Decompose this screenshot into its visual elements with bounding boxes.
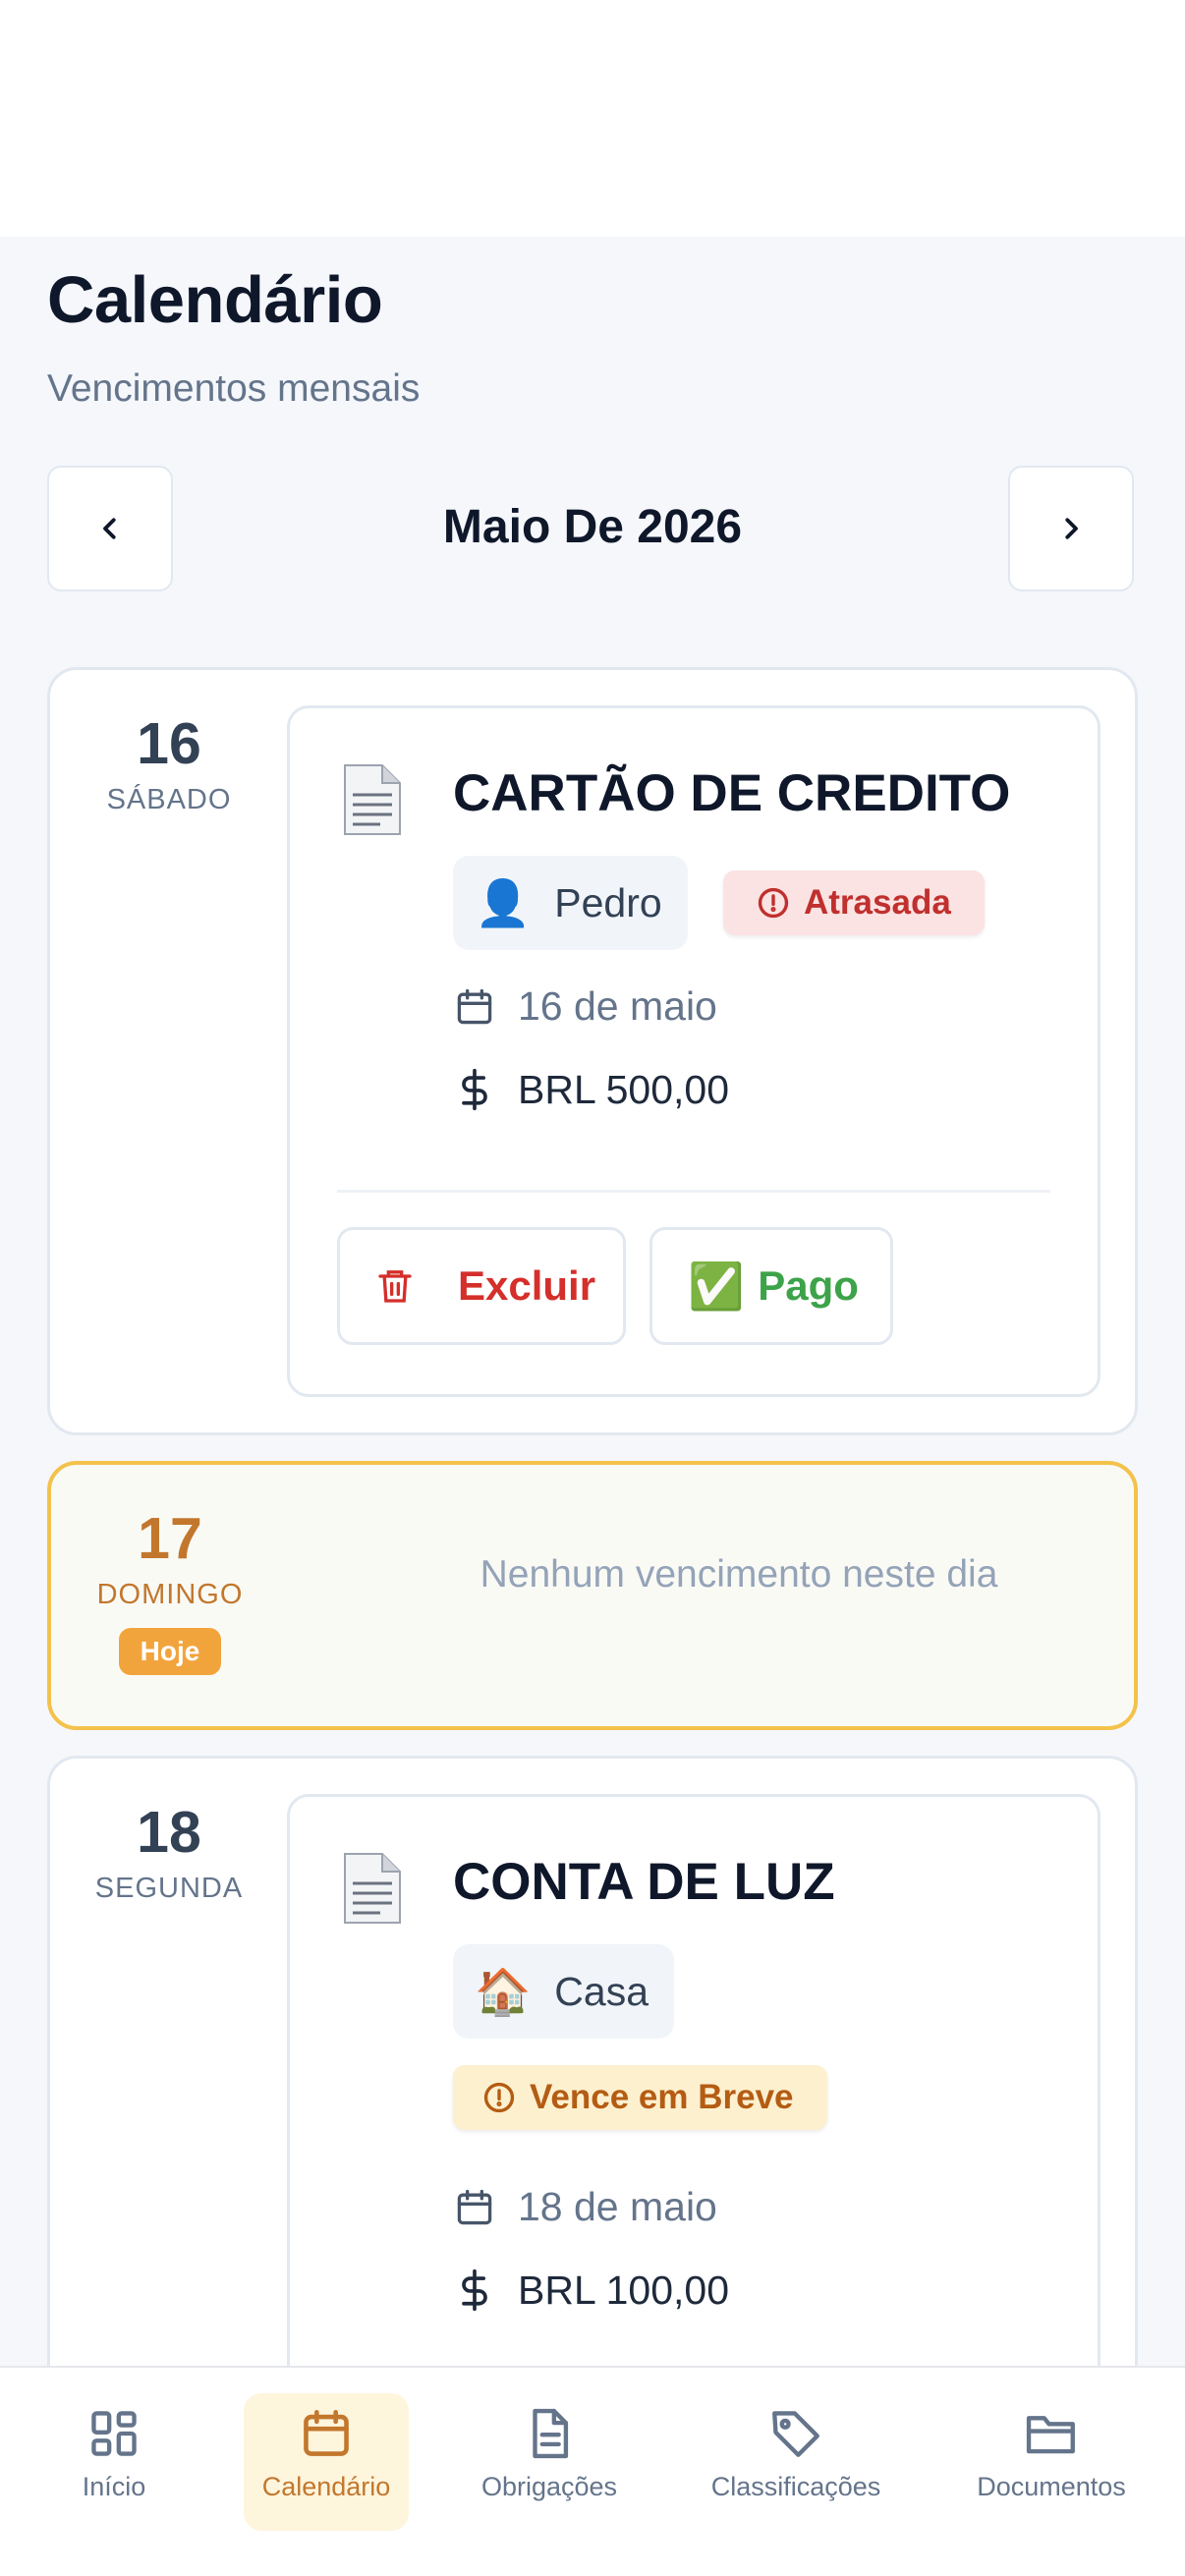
alert-circle-icon xyxy=(758,887,789,919)
tab-obrigacoes[interactable]: Obrigações xyxy=(462,2393,637,2531)
tab-documentos[interactable]: Documentos xyxy=(965,2393,1138,2531)
day-card-17: 17 DOMINGO Hoje Nenhum vencimento neste … xyxy=(47,1461,1138,1730)
today-badge: Hoje xyxy=(118,1628,222,1675)
house-icon: 🏠 xyxy=(475,1966,532,2017)
check-icon: ✅ xyxy=(688,1260,745,1312)
document-icon xyxy=(341,763,404,841)
day-number: 16 xyxy=(137,711,201,776)
chevron-right-icon xyxy=(1065,518,1078,539)
trash-icon xyxy=(378,1270,412,1303)
bottom-nav: Início Calendário Obrigações Classificaç… xyxy=(0,2366,1185,2576)
day-header: 17 DOMINGO Hoje xyxy=(51,1506,289,1675)
bill-title: CARTÃO DE CREDITO xyxy=(453,764,1011,822)
due-date: 16 de maio xyxy=(518,983,717,1029)
person-icon: 👤 xyxy=(475,877,532,928)
tab-classificacoes[interactable]: Classificações xyxy=(696,2393,896,2531)
day-weekday: DOMINGO xyxy=(96,1579,244,1610)
category-chip: 🏠 Casa xyxy=(453,1944,674,2039)
paid-button[interactable]: ✅ Pago xyxy=(649,1227,893,1345)
paid-label: Pago xyxy=(758,1262,859,1309)
bill-title: CONTA DE LUZ xyxy=(453,1853,835,1911)
due-date-row: 18 de maio xyxy=(453,2184,717,2230)
amount: BRL 500,00 xyxy=(518,1066,730,1112)
due-date: 18 de maio xyxy=(518,2184,717,2229)
day-number: 17 xyxy=(138,1506,202,1571)
amount-row: BRL 500,00 xyxy=(453,1066,729,1113)
day-header: 18 SEGUNDA xyxy=(50,1800,288,1908)
bill-card[interactable]: CARTÃO DE CREDITO 👤 Pedro Atrasada 16 de… xyxy=(287,705,1100,1397)
calendar-icon xyxy=(457,988,492,1024)
folder-icon xyxy=(1026,2416,1075,2454)
tab-label: Classificações xyxy=(710,2472,881,2501)
amount-row: BRL 100,00 xyxy=(453,2267,729,2314)
category-chip: 👤 Pedro xyxy=(453,856,688,950)
grid-icon xyxy=(91,2411,137,2456)
category-label: Casa xyxy=(554,1968,649,2014)
status-label: Vence em Breve xyxy=(530,2078,794,2116)
tab-label: Calendário xyxy=(261,2472,391,2501)
dollar-icon xyxy=(462,1068,487,1111)
delete-label: Excluir xyxy=(458,1262,596,1309)
delete-button[interactable]: Excluir xyxy=(337,1227,626,1345)
tag-icon xyxy=(772,2411,819,2457)
status-badge: Vence em Breve xyxy=(453,2065,827,2130)
next-month-button[interactable] xyxy=(1008,466,1134,591)
tab-label: Obrigações xyxy=(480,2472,618,2501)
tab-label: Início xyxy=(82,2472,146,2501)
status-bar-area xyxy=(0,0,1185,237)
calendar-icon xyxy=(457,2189,492,2224)
empty-message: Nenhum vencimento neste dia xyxy=(480,1553,998,1596)
document-icon xyxy=(533,2408,569,2459)
calendar-icon xyxy=(304,2409,349,2456)
dollar-icon xyxy=(462,2268,487,2312)
day-number: 18 xyxy=(137,1800,201,1865)
page-title: Calendário xyxy=(47,263,383,337)
tab-label: Documentos xyxy=(977,2472,1126,2501)
alert-circle-icon xyxy=(483,2082,515,2113)
category-label: Pedro xyxy=(554,879,662,925)
page-subtitle: Vencimentos mensais xyxy=(47,367,421,410)
day-weekday: SÁBADO xyxy=(106,784,232,815)
due-date-row: 16 de maio xyxy=(453,983,717,1030)
amount: BRL 100,00 xyxy=(518,2267,730,2313)
calendar-page: Calendário Vencimentos mensais Maio De 2… xyxy=(0,237,1185,2576)
status-label: Atrasada xyxy=(804,883,951,922)
tab-inicio[interactable]: Início xyxy=(59,2393,169,2531)
divider xyxy=(337,1190,1050,1193)
day-weekday: SEGUNDA xyxy=(94,1873,244,1904)
status-badge: Atrasada xyxy=(723,870,985,935)
document-icon xyxy=(341,1852,404,1930)
day-card-16: 16 SÁBADO CARTÃO DE CREDITO 👤 Pedro Atra… xyxy=(47,667,1138,1435)
tab-calendario[interactable]: Calendário xyxy=(244,2393,409,2531)
day-header: 16 SÁBADO xyxy=(50,711,288,819)
